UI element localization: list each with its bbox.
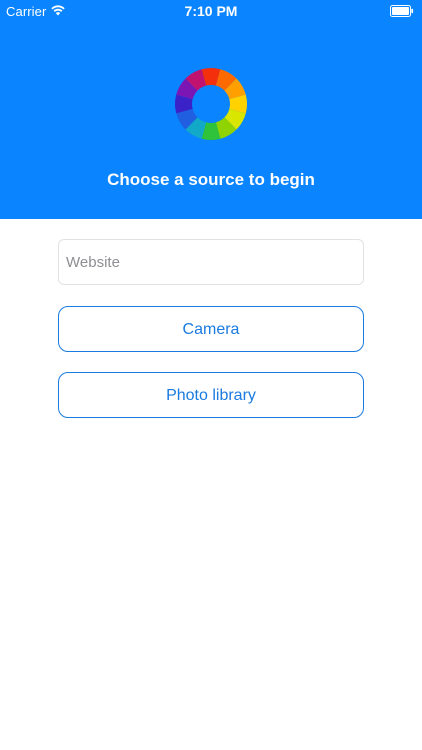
color-wheel-logo xyxy=(175,68,247,140)
clock: 7:10 PM xyxy=(184,3,238,19)
source-picker-screen: Carrier 7:10 PM Choose a source to begin… xyxy=(0,0,422,750)
battery-icon xyxy=(390,5,414,17)
header-banner: Carrier 7:10 PM Choose a source to begin xyxy=(0,0,422,219)
camera-button[interactable]: Camera xyxy=(58,306,364,352)
photo-library-button[interactable]: Photo library xyxy=(58,372,364,418)
website-input[interactable] xyxy=(58,239,364,285)
page-title: Choose a source to begin xyxy=(107,170,315,189)
status-bar: Carrier 7:10 PM xyxy=(0,0,422,22)
